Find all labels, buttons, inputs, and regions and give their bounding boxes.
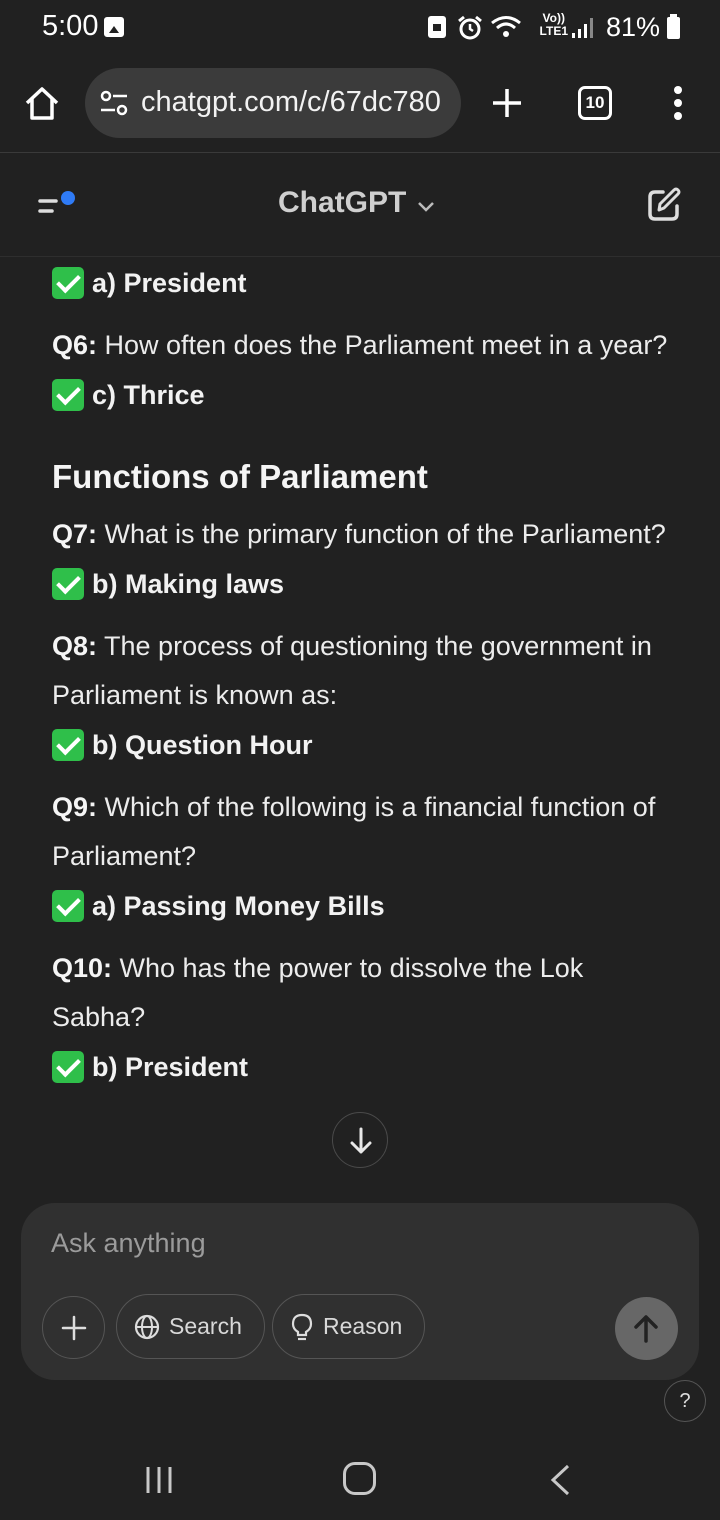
help-button[interactable]: ?	[664, 1380, 706, 1422]
answer-line: b) President	[52, 1042, 672, 1092]
new-tab-icon[interactable]	[490, 86, 524, 120]
answer-line: a) President	[52, 258, 672, 308]
check-mark-icon	[52, 267, 84, 299]
check-mark-icon	[52, 890, 84, 922]
question-text: Which of the following is a financial fu…	[52, 792, 656, 871]
attach-button[interactable]	[42, 1296, 105, 1359]
signal-icon	[572, 18, 593, 38]
question-label: Q8:	[52, 631, 98, 661]
question-label: Q6:	[52, 330, 98, 360]
reason-button[interactable]: Reason	[272, 1294, 426, 1359]
wifi-icon	[491, 16, 521, 37]
browser-toolbar: chatgpt.com/c/67dc780 10	[0, 56, 720, 153]
search-label: Search	[169, 1313, 242, 1339]
question-line: Q6: How often does the Parliament meet i…	[52, 321, 672, 370]
question-label: Q10:	[52, 953, 113, 983]
new-chat-icon[interactable]	[645, 186, 683, 224]
check-mark-icon	[52, 729, 84, 761]
arrow-up-icon	[634, 1315, 658, 1343]
chat-message-area: a) President Q6: How often does the Parl…	[52, 258, 672, 1188]
tab-switcher-button[interactable]: 10	[578, 86, 612, 120]
question-line: Q10: Who has the power to dissolve the L…	[52, 944, 672, 1042]
vpn-lock-icon	[428, 16, 446, 38]
arrow-down-icon	[350, 1127, 372, 1154]
model-selector-title[interactable]: ChatGPT	[278, 186, 406, 220]
question-text: What is the primary function of the Parl…	[97, 519, 666, 549]
more-menu-icon[interactable]	[672, 86, 684, 120]
answer-line: b) Making laws	[52, 559, 672, 609]
answer-line: c) Thrice	[52, 370, 672, 420]
globe-icon	[134, 1314, 160, 1339]
question-label: Q9:	[52, 792, 98, 822]
lightbulb-icon	[291, 1313, 313, 1340]
answer-text: b) Making laws	[92, 568, 285, 599]
message-composer: Ask anything Search Reason	[21, 1203, 699, 1380]
scroll-to-bottom-button[interactable]	[332, 1112, 388, 1168]
chat-header: ChatGPT	[0, 154, 720, 257]
check-mark-icon	[52, 568, 84, 600]
search-button[interactable]: Search	[116, 1294, 265, 1359]
recents-icon[interactable]	[143, 1465, 175, 1495]
answer-text: b) Question Hour	[92, 729, 313, 760]
home-nav-icon[interactable]	[343, 1462, 376, 1495]
question-text: The process of questioning the governmen…	[52, 631, 652, 710]
url-text[interactable]: chatgpt.com/c/67dc780	[141, 86, 451, 119]
image-notification-icon	[104, 17, 124, 37]
status-time: 5:00	[42, 10, 99, 42]
site-settings-icon[interactable]	[99, 89, 129, 117]
prompt-input[interactable]: Ask anything	[51, 1228, 206, 1259]
status-bar: 5:00 Vo)) LTE1 81%	[0, 0, 720, 56]
send-button[interactable]	[615, 1297, 678, 1360]
question-text: Who has the power to dissolve the Lok Sa…	[52, 953, 584, 1032]
check-mark-icon	[52, 1051, 84, 1083]
question-line: Q7: What is the primary function of the …	[52, 510, 672, 559]
answer-text: a) Passing Money Bills	[92, 890, 385, 921]
answer-text: a) President	[92, 267, 247, 298]
question-line: Q8: The process of questioning the gover…	[52, 622, 672, 720]
section-heading: Functions of Parliament	[52, 458, 428, 495]
answer-text: b) President	[92, 1051, 249, 1082]
question-label: Q7:	[52, 519, 98, 549]
back-icon[interactable]	[548, 1464, 572, 1496]
plus-icon	[61, 1315, 87, 1341]
answer-line: a) Passing Money Bills	[52, 881, 672, 931]
answer-text: c) Thrice	[92, 379, 205, 410]
sidebar-menu-icon[interactable]	[38, 190, 80, 222]
chevron-down-icon[interactable]	[416, 200, 436, 214]
address-bar[interactable]: chatgpt.com/c/67dc780	[85, 68, 461, 138]
lte-label: LTE1	[539, 24, 568, 38]
battery-percent: 81%	[605, 12, 660, 42]
question-text: How often does the Parliament meet in a …	[97, 330, 668, 360]
check-mark-icon	[52, 379, 84, 411]
answer-line: b) Question Hour	[52, 720, 672, 770]
battery-icon	[667, 14, 680, 39]
system-nav-bar	[0, 1432, 720, 1520]
home-icon[interactable]	[22, 84, 62, 124]
alarm-icon	[458, 15, 482, 40]
reason-label: Reason	[323, 1313, 403, 1339]
question-line: Q9: Which of the following is a financia…	[52, 783, 672, 881]
network-type-label: Vo)) LTE1	[540, 12, 568, 38]
